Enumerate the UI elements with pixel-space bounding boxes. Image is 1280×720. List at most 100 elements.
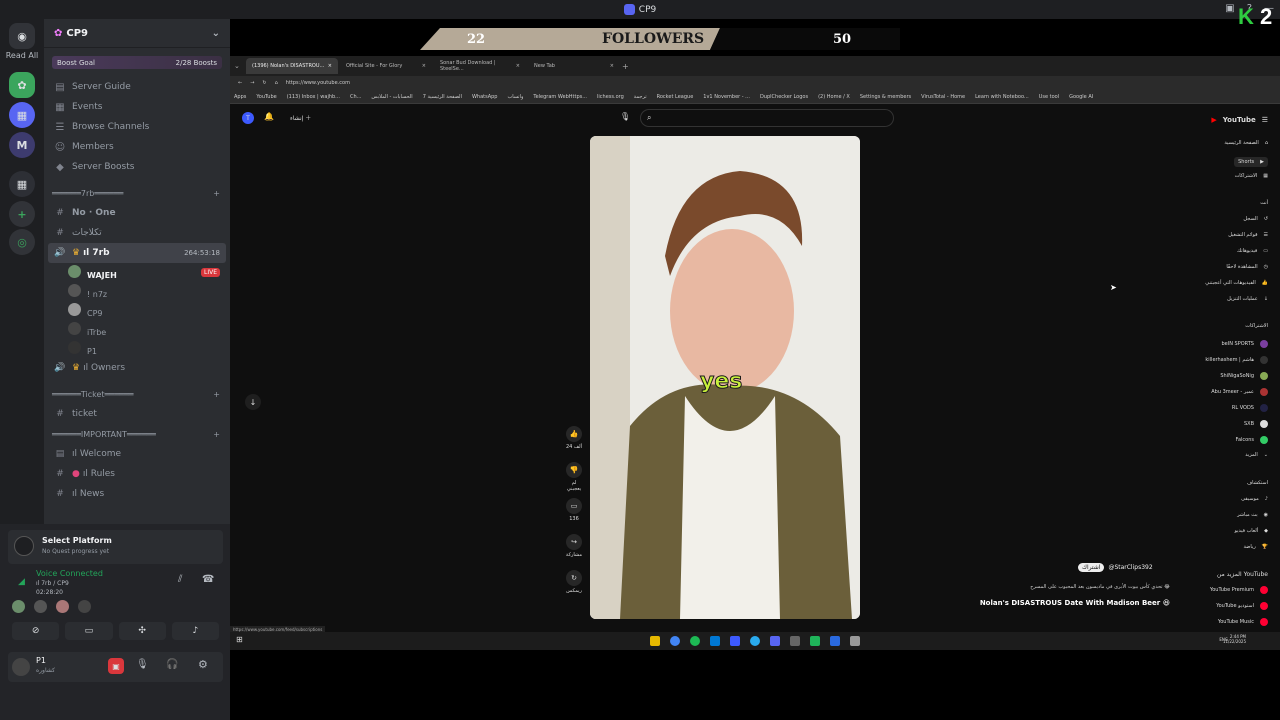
discord-home-icon[interactable]: ◉	[9, 23, 35, 49]
stream-icon[interactable]: ▣	[108, 658, 124, 674]
channel-name[interactable]: @StarClips392	[1108, 564, 1152, 571]
server-folder-icon[interactable]: ▦	[9, 102, 35, 128]
bookmark[interactable]: DuplChecker Logos	[760, 94, 808, 100]
bookmark[interactable]: Apps	[234, 94, 246, 100]
channel-no-one[interactable]: # No · One	[44, 203, 230, 223]
sub-item[interactable]: ShiNigaSoNig	[1220, 372, 1268, 380]
category-ticket[interactable]: ══════Ticket══════ +	[44, 384, 230, 404]
bookmark[interactable]: 1v1 November - ...	[703, 94, 750, 100]
add-channel-icon[interactable]: +	[213, 390, 220, 399]
nav-gaming[interactable]: ألعاب فيديو ◆	[1234, 528, 1268, 534]
bookmark[interactable]: الصفحة الرئيسية 7	[423, 94, 462, 100]
file-explorer-icon[interactable]	[650, 636, 660, 646]
sub-item[interactable]: RL VODS	[1232, 404, 1268, 412]
close-icon[interactable]: ×	[328, 63, 332, 69]
headphones-icon[interactable]: 🎧	[166, 659, 178, 670]
nav-members[interactable]: ☺ Members	[44, 137, 230, 157]
app-icon[interactable]	[850, 636, 860, 646]
channel-arabic[interactable]: # تكلاجات	[44, 223, 230, 243]
channel-welcome[interactable]: ▤ ıl Welcome	[44, 444, 230, 464]
you-header[interactable]: أنت	[1260, 200, 1268, 206]
tab-sonar[interactable]: Sonar Bud Download | SteelSe... ×	[434, 58, 526, 74]
noise-suppression-icon[interactable]: ⫽	[178, 574, 182, 585]
server-folder2-icon[interactable]: ▦	[9, 171, 35, 197]
share-button[interactable]: ↪ مشاركة	[565, 534, 583, 558]
microphone-icon[interactable]: 🎙	[136, 659, 149, 670]
reload-icon[interactable]: ↻	[262, 80, 266, 86]
create-button[interactable]: إنشاء ＋	[290, 113, 311, 122]
close-icon[interactable]: ×	[610, 63, 614, 69]
nav-sports[interactable]: رياضة 🏆	[1244, 544, 1269, 550]
nav-playlists[interactable]: قوائم التشغيل ☰	[1228, 232, 1268, 238]
forward-icon[interactable]: →	[250, 80, 254, 86]
bookmark[interactable]: Google AI	[1069, 94, 1093, 100]
close-icon[interactable]: ×	[516, 63, 520, 69]
sub-item[interactable]: SXB	[1244, 420, 1268, 428]
bookmark[interactable]: Learn with Noteboo...	[975, 94, 1029, 100]
short-video[interactable]: yes	[590, 136, 860, 619]
tab-official[interactable]: Official Site - For Glory ×	[340, 58, 432, 74]
nav-subscriptions[interactable]: الاشتراكات ▦	[1235, 173, 1268, 179]
address-bar[interactable]: ← → ↻ ⌂ https://www.youtube.com	[230, 76, 1280, 90]
server-m-icon[interactable]: M	[9, 132, 35, 158]
search-input[interactable]: ⌕	[640, 109, 894, 127]
subs-header[interactable]: الاشتراكات	[1245, 323, 1268, 329]
windows-start-icon[interactable]: ⊞	[236, 635, 243, 644]
nav-server-boosts[interactable]: ◆ Server Boosts	[44, 157, 230, 177]
nav-liked[interactable]: الفيديوهات التي أعجبتني 👍	[1205, 280, 1268, 286]
nav-live[interactable]: بث مباشر ◉	[1237, 512, 1268, 518]
bookmark[interactable]: الحسابات - الملابس	[371, 94, 412, 100]
add-server-icon[interactable]: +	[9, 201, 35, 227]
telegram-icon[interactable]	[750, 636, 760, 646]
bookmark[interactable]: lichess.org	[597, 94, 624, 100]
nav-downloads[interactable]: عمليات التنزيل ↓	[1227, 296, 1268, 302]
bookmark[interactable]: (113) Inbox | wajhb...	[287, 94, 340, 100]
nav-studio[interactable]: YouTube استوديو	[1216, 602, 1268, 610]
voice-user[interactable]: WAJEH LIVE	[44, 263, 230, 282]
nav-watch-later[interactable]: المشاهدة لاحقًا ◷	[1226, 264, 1268, 270]
boost-goal-bar[interactable]: Boost Goal 2/28 Boosts	[52, 56, 222, 69]
bookmark[interactable]: Settings & members	[860, 94, 911, 100]
home-icon[interactable]: ⌂	[275, 80, 278, 86]
nav-history[interactable]: السجل ↺	[1243, 216, 1268, 222]
screen-share-icon[interactable]: ▭	[65, 622, 113, 640]
nav-music[interactable]: موسيقى ♪	[1241, 496, 1268, 502]
bookmark[interactable]: Telegram WebHttps...	[533, 94, 587, 100]
channel-rules[interactable]: # ● ıl Rules	[44, 464, 230, 484]
sub-show-more[interactable]: المزيد ⌄	[1245, 452, 1268, 458]
bookmark[interactable]: (2) Home / X	[818, 94, 850, 100]
nav-home[interactable]: الصفحة الرئيسية ⌂	[1224, 140, 1268, 146]
bookmark[interactable]: Rocket League	[657, 94, 694, 100]
close-icon[interactable]: ×	[422, 63, 426, 69]
chrome-icon[interactable]	[670, 636, 680, 646]
settings-gear-icon[interactable]: ⚙	[198, 658, 208, 671]
sub-item[interactable]: killerhashem | هاشم	[1205, 356, 1268, 364]
scroll-down-icon[interactable]: ↓	[245, 394, 261, 410]
bookmark[interactable]: Ch...	[350, 94, 361, 100]
add-channel-icon[interactable]: +	[213, 430, 220, 439]
nav-events[interactable]: ▦ Events	[44, 97, 230, 117]
spotify-icon[interactable]	[690, 636, 700, 646]
sub-item[interactable]: Falcons	[1236, 436, 1268, 444]
tab-search-icon[interactable]: ⌄	[234, 62, 244, 70]
video-title[interactable]: Nolan's DISASTROUS Date With Madison Bee…	[900, 599, 1170, 607]
mic-icon[interactable]: 🎙	[620, 112, 630, 121]
comment-button[interactable]: ▭ 136	[565, 498, 583, 522]
voice-user[interactable]: CP9	[44, 301, 230, 320]
new-tab-icon[interactable]: +	[622, 62, 629, 71]
channel-news[interactable]: # ıl News	[44, 484, 230, 504]
app-icon[interactable]	[790, 636, 800, 646]
category-important[interactable]: ══════IMPORTANT══════ +	[44, 424, 230, 444]
back-icon[interactable]: ←	[238, 80, 242, 86]
app-icon[interactable]	[730, 636, 740, 646]
discord-taskbar-icon[interactable]	[770, 636, 780, 646]
account-avatar[interactable]: T	[242, 112, 254, 124]
bookmark[interactable]: واتساب	[507, 94, 523, 100]
app-icon[interactable]	[810, 636, 820, 646]
sub-item[interactable]: beIN SPORTS	[1221, 340, 1268, 348]
like-button[interactable]: 👍 24 ألف	[565, 426, 583, 450]
bookmark[interactable]: Use tool	[1039, 94, 1059, 100]
nav-music-app[interactable]: YouTube Music	[1218, 618, 1268, 626]
bookmark[interactable]: VirusTotal - Home	[921, 94, 965, 100]
channel-ticket[interactable]: # ticket	[44, 404, 230, 424]
